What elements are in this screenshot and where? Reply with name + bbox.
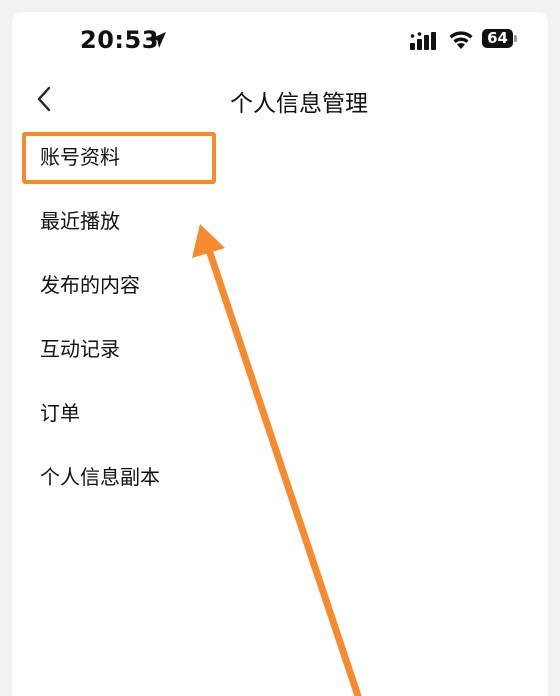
battery-body: 64 — [482, 29, 513, 48]
highlight-box — [22, 132, 216, 184]
phone-screen: 20:53 64 个人信息管理 账号资料 最近播放 发布的内容 互动记录 订单 … — [12, 12, 548, 696]
menu-item-personal-info-copy[interactable]: 个人信息副本 — [40, 452, 340, 502]
menu-item-published-content[interactable]: 发布的内容 — [40, 260, 340, 310]
menu-item-interaction-records[interactable]: 互动记录 — [40, 324, 340, 374]
nav-bar: 个人信息管理 — [12, 76, 548, 122]
battery-level: 64 — [487, 29, 508, 47]
wifi-icon — [449, 31, 473, 49]
battery-icon: 64 — [482, 29, 518, 48]
menu-item-orders[interactable]: 订单 — [40, 388, 340, 438]
page-title: 个人信息管理 — [230, 91, 368, 117]
location-arrow-icon — [150, 32, 166, 48]
status-bar: 20:53 64 — [12, 12, 548, 68]
battery-cap — [514, 35, 517, 42]
signal-icon — [410, 32, 436, 50]
menu-item-recent-plays[interactable]: 最近播放 — [40, 196, 340, 246]
